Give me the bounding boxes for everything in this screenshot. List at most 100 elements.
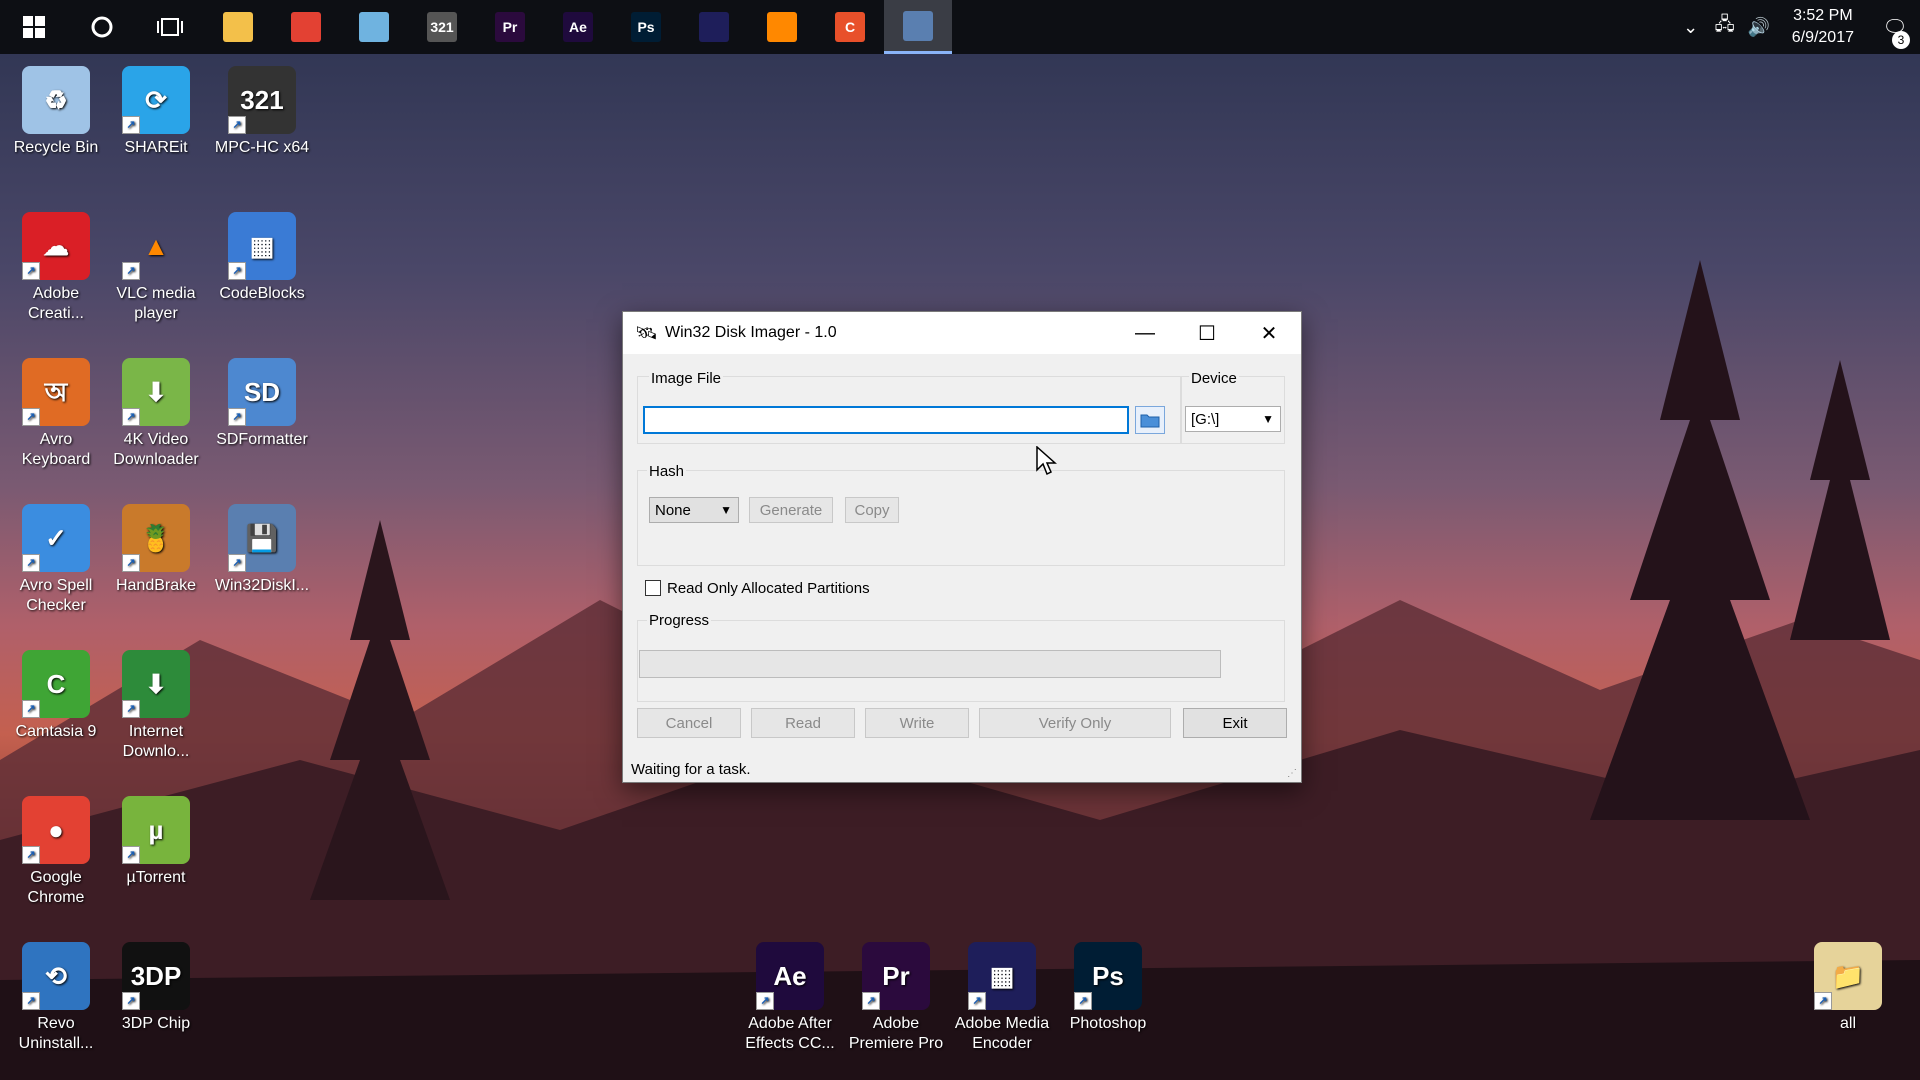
- read-only-checkbox[interactable]: [645, 580, 661, 596]
- chrome-icon: [291, 12, 321, 42]
- shortcut-arrow-icon: ↗: [1814, 992, 1832, 1010]
- action-center-button[interactable]: 🗨 3: [1870, 15, 1920, 49]
- adobe-creative-cloud-icon: ☁ ↗: [22, 212, 90, 280]
- close-button[interactable]: ✕: [1239, 312, 1299, 354]
- shortcut-arrow-icon: ↗: [228, 554, 246, 572]
- desktop-icon-sdformatter[interactable]: SD ↗ SDFormatter: [210, 358, 314, 450]
- taskbar-app-file-explorer[interactable]: [204, 0, 272, 54]
- desktop-icon-4k-video-downloader[interactable]: ⬇ ↗ 4K Video Downloader: [104, 358, 208, 470]
- search-button[interactable]: [68, 0, 136, 54]
- shortcut-arrow-icon: ↗: [122, 554, 140, 572]
- exit-button[interactable]: Exit: [1183, 708, 1287, 738]
- mouse-cursor-icon: [1036, 446, 1057, 476]
- vlc-icon: ▲ ↗: [122, 212, 190, 280]
- device-select[interactable]: [G:\] ▼: [1185, 406, 1281, 432]
- desktop-icon-label: VLC media player: [116, 285, 196, 322]
- shortcut-arrow-icon: ↗: [22, 700, 40, 718]
- shortcut-arrow-icon: ↗: [22, 262, 40, 280]
- cortana-icon: [91, 16, 113, 38]
- device-value: [G:\]: [1191, 410, 1220, 428]
- desktop-icon-adobe-creative-cloud[interactable]: ☁ ↗ Adobe Creati...: [4, 212, 108, 324]
- shareit-icon: ⟳ ↗: [122, 66, 190, 134]
- taskbar-app-after-effects[interactable]: Ae: [544, 0, 612, 54]
- desktop-icon-label: all: [1839, 1015, 1856, 1032]
- desktop-icon-internet-download-manager[interactable]: ⬇ ↗ Internet Downlo...: [104, 650, 208, 762]
- chevron-up-icon[interactable]: ⌄: [1674, 17, 1708, 38]
- desktop-icon-avro-keyboard[interactable]: অ ↗ Avro Keyboard: [4, 358, 108, 470]
- taskbar-app-premiere[interactable]: Pr: [476, 0, 544, 54]
- generate-button[interactable]: Generate: [749, 497, 833, 523]
- desktop-icon-label: 3DP Chip: [121, 1015, 191, 1032]
- start-button[interactable]: [0, 0, 68, 54]
- shortcut-arrow-icon: ↗: [122, 992, 140, 1010]
- folder-all-icon: 📁 ↗: [1814, 942, 1882, 1010]
- desktop-icon-avro-spell-checker[interactable]: ✓ ↗ Avro Spell Checker: [4, 504, 108, 616]
- title-bar[interactable]: 🛰 Win32 Disk Imager - 1.0 — ☐ ✕: [623, 312, 1301, 354]
- desktop-icon-shareit[interactable]: ⟳ ↗ SHAREit: [104, 66, 208, 158]
- browse-button[interactable]: [1135, 406, 1165, 434]
- volume-icon[interactable]: 🔊: [1742, 17, 1776, 38]
- taskbar-app-camtasia[interactable]: C: [816, 0, 884, 54]
- taskbar: 321 Pr Ae Ps C ⌄ 🖧 🔊 3:52 PM 6/9/2017 🗨 3: [0, 0, 1920, 54]
- task-view-button[interactable]: [136, 0, 204, 54]
- verify-only-button[interactable]: Verify Only: [979, 708, 1171, 738]
- shortcut-arrow-icon: ↗: [122, 262, 140, 280]
- desktop-icon-after-effects[interactable]: Ae ↗ Adobe After Effects CC...: [738, 942, 842, 1054]
- desktop-icon-codeblocks[interactable]: ▦ ↗ CodeBlocks: [210, 212, 314, 304]
- taskbar-app-mpc[interactable]: 321: [408, 0, 476, 54]
- image-file-input[interactable]: [643, 406, 1129, 434]
- taskbar-app-paper[interactable]: [340, 0, 408, 54]
- clock[interactable]: 3:52 PM 6/9/2017: [1776, 5, 1870, 49]
- desktop-icon-label: Adobe After Effects CC...: [745, 1015, 835, 1052]
- desktop-icon-3dp-chip[interactable]: 3DP ↗ 3DP Chip: [104, 942, 208, 1034]
- desktop-icon-label: Photoshop: [1069, 1015, 1147, 1032]
- desktop-icon-utorrent[interactable]: µ ↗ µTorrent: [104, 796, 208, 888]
- desktop-icon-camtasia[interactable]: C ↗ Camtasia 9: [4, 650, 108, 742]
- paper-icon: [359, 12, 389, 42]
- taskbar-app-chrome[interactable]: [272, 0, 340, 54]
- shortcut-arrow-icon: ↗: [968, 992, 986, 1010]
- taskbar-app-vlc[interactable]: [748, 0, 816, 54]
- shortcut-arrow-icon: ↗: [756, 992, 774, 1010]
- desktop-icon-win32diskimager[interactable]: 💾 ↗ Win32DiskI...: [210, 504, 314, 596]
- desktop-icon-label: SDFormatter: [216, 431, 308, 448]
- photoshop-icon: Ps: [631, 12, 661, 42]
- desktop-icon-premiere-pro[interactable]: Pr ↗ Adobe Premiere Pro: [844, 942, 948, 1054]
- read-button[interactable]: Read: [751, 708, 855, 738]
- mpc-icon: 321: [427, 12, 457, 42]
- recycle-bin-icon: ♻: [22, 66, 90, 134]
- shortcut-arrow-icon: ↗: [862, 992, 880, 1010]
- desktop-icon-label: Avro Keyboard: [21, 431, 91, 468]
- hash-select[interactable]: None ▼: [649, 497, 739, 523]
- after-effects-icon: Ae ↗: [756, 942, 824, 1010]
- resize-grip-icon[interactable]: ⋰: [1287, 768, 1297, 779]
- dropdown-arrow-icon: ▼: [1262, 412, 1274, 426]
- codeblocks-icon: ▦ ↗: [228, 212, 296, 280]
- desktop-icon-photoshop[interactable]: Ps ↗ Photoshop: [1056, 942, 1160, 1034]
- desktop-icon-google-chrome[interactable]: ● ↗ Google Chrome: [4, 796, 108, 908]
- desktop-icon-recycle-bin[interactable]: ♻ Recycle Bin: [4, 66, 108, 158]
- 4k-video-downloader-icon: ⬇ ↗: [122, 358, 190, 426]
- copy-button[interactable]: Copy: [845, 497, 899, 523]
- desktop-icon-folder-all[interactable]: 📁 ↗ all: [1796, 942, 1900, 1034]
- write-button[interactable]: Write: [865, 708, 969, 738]
- taskbar-app-photoshop[interactable]: Ps: [612, 0, 680, 54]
- shortcut-arrow-icon: ↗: [22, 992, 40, 1010]
- taskbar-app-media-encoder[interactable]: [680, 0, 748, 54]
- maximize-button[interactable]: ☐: [1177, 312, 1237, 354]
- win32diskimager-icon: [903, 10, 933, 41]
- handbrake-icon: 🍍 ↗: [122, 504, 190, 572]
- cancel-button[interactable]: Cancel: [637, 708, 741, 738]
- minimize-button[interactable]: —: [1115, 312, 1175, 354]
- network-icon[interactable]: 🖧: [1708, 12, 1742, 42]
- desktop-icon-revo-uninstaller[interactable]: ⟲ ↗ Revo Uninstall...: [4, 942, 108, 1054]
- shortcut-arrow-icon: ↗: [228, 262, 246, 280]
- taskbar-app-win32diskimager[interactable]: [884, 0, 952, 54]
- desktop-icon-label: Camtasia 9: [15, 723, 97, 740]
- desktop-icon-media-encoder[interactable]: ▦ ↗ Adobe Media Encoder: [950, 942, 1054, 1054]
- shortcut-arrow-icon: ↗: [122, 408, 140, 426]
- desktop-icon-vlc[interactable]: ▲ ↗ VLC media player: [104, 212, 208, 324]
- desktop-icon-mpc-hc[interactable]: 321 ↗ MPC-HC x64: [210, 66, 314, 158]
- desktop-icon-handbrake[interactable]: 🍍 ↗ HandBrake: [104, 504, 208, 596]
- camtasia-icon: C: [835, 12, 865, 42]
